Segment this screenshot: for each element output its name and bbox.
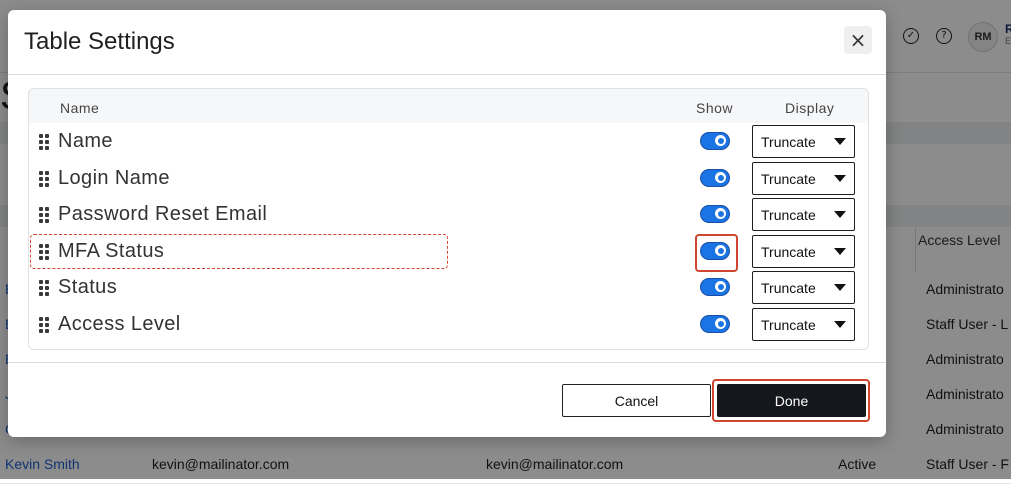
table-settings-dialog: Table Settings × Name Show Display Name … [8,10,886,437]
display-select-value: Truncate [761,171,816,187]
display-select[interactable]: Truncate [752,308,855,341]
show-toggle[interactable] [700,205,730,223]
chevron-down-icon [834,211,846,218]
chevron-down-icon [834,284,846,291]
close-button[interactable]: × [844,26,872,54]
column-setting-label: Name [58,130,113,152]
done-button[interactable]: Done [717,384,866,417]
display-select[interactable]: Truncate [752,162,855,195]
column-setting-row: Password Reset Email Truncate [29,197,868,233]
display-select[interactable]: Truncate [752,125,855,158]
highlight-mfa-status-toggle [695,234,738,272]
column-setting-label: Login Name [58,167,170,189]
show-toggle[interactable] [700,315,730,333]
chevron-down-icon [834,138,846,145]
column-setting-row: Login Name Truncate [29,161,868,197]
drag-handle-icon[interactable] [39,317,51,333]
display-select[interactable]: Truncate [752,198,855,231]
display-select-value: Truncate [761,134,816,150]
column-setting-label: Password Reset Email [58,203,268,225]
display-select[interactable]: Truncate [752,235,855,268]
column-setting-label: Access Level [58,313,181,335]
drag-handle-icon[interactable] [39,280,51,296]
column-header-name: Name [60,100,100,116]
chevron-down-icon [834,248,846,255]
display-select-value: Truncate [761,317,816,333]
chevron-down-icon [834,175,846,182]
column-header-display: Display [785,100,835,116]
header-divider [8,74,886,75]
column-setting-row: Name Truncate [29,124,868,160]
show-toggle[interactable] [700,278,730,296]
column-setting-row: Status Truncate [29,270,868,306]
show-toggle[interactable] [700,169,730,187]
display-select[interactable]: Truncate [752,271,855,304]
show-toggle[interactable] [700,132,730,150]
display-select-value: Truncate [761,244,816,260]
display-select-value: Truncate [761,207,816,223]
chevron-down-icon [834,321,846,328]
footer-divider [8,362,886,363]
column-setting-row: Access Level Truncate [29,307,868,343]
drag-handle-icon[interactable] [39,207,51,223]
drag-handle-icon[interactable] [39,134,51,150]
column-header-show: Show [696,100,734,116]
drag-handle-icon[interactable] [39,171,51,187]
cancel-button[interactable]: Cancel [562,384,711,417]
column-setting-label: Status [58,276,118,298]
display-select-value: Truncate [761,280,816,296]
settings-table: Name Show Display Name Truncate Login Na… [28,88,869,350]
dialog-title: Table Settings [24,28,175,55]
highlight-mfa-status-row [30,234,448,269]
